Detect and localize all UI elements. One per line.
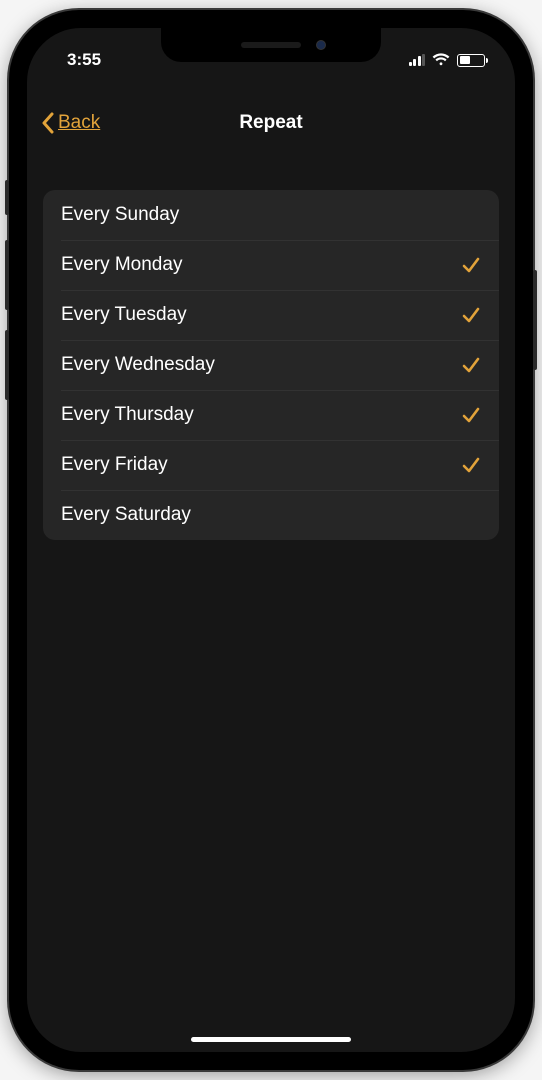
day-label: Every Tuesday xyxy=(61,304,187,326)
home-indicator[interactable] xyxy=(191,1037,351,1042)
day-row[interactable]: Every Monday xyxy=(43,240,499,290)
back-label: Back xyxy=(58,112,100,134)
day-row[interactable]: Every Sunday xyxy=(43,190,499,240)
battery-icon xyxy=(457,54,485,67)
day-label: Every Friday xyxy=(61,454,168,476)
phone-frame: 3:55 Back Repeat xyxy=(9,10,533,1070)
status-time: 3:55 xyxy=(67,50,101,70)
speaker-grille xyxy=(241,42,301,48)
check-icon xyxy=(461,305,481,325)
wifi-icon xyxy=(432,53,450,67)
screen: 3:55 Back Repeat xyxy=(27,28,515,1052)
repeat-day-list: Every Sunday Every Monday Every Tuesday Eve… xyxy=(43,190,499,540)
day-label: Every Thursday xyxy=(61,404,194,426)
check-icon xyxy=(461,355,481,375)
day-row[interactable]: Every Wednesday xyxy=(43,340,499,390)
check-icon xyxy=(461,405,481,425)
day-row[interactable]: Every Saturday xyxy=(43,490,499,540)
status-right xyxy=(409,53,486,67)
notch xyxy=(161,28,381,62)
volume-down-button xyxy=(5,330,9,400)
cellular-icon xyxy=(409,54,426,66)
volume-up-button xyxy=(5,240,9,310)
back-button[interactable]: Back xyxy=(41,112,100,134)
day-label: Every Saturday xyxy=(61,504,191,526)
day-row[interactable]: Every Friday xyxy=(43,440,499,490)
day-row[interactable]: Every Tuesday xyxy=(43,290,499,340)
front-camera xyxy=(316,40,326,50)
chevron-left-icon xyxy=(41,112,55,134)
day-label: Every Sunday xyxy=(61,204,179,226)
check-icon xyxy=(461,255,481,275)
day-label: Every Monday xyxy=(61,254,182,276)
power-button xyxy=(533,270,537,370)
nav-bar: Back Repeat xyxy=(27,96,515,150)
day-label: Every Wednesday xyxy=(61,354,215,376)
silent-switch xyxy=(5,180,9,215)
day-row[interactable]: Every Thursday xyxy=(43,390,499,440)
check-icon xyxy=(461,455,481,475)
